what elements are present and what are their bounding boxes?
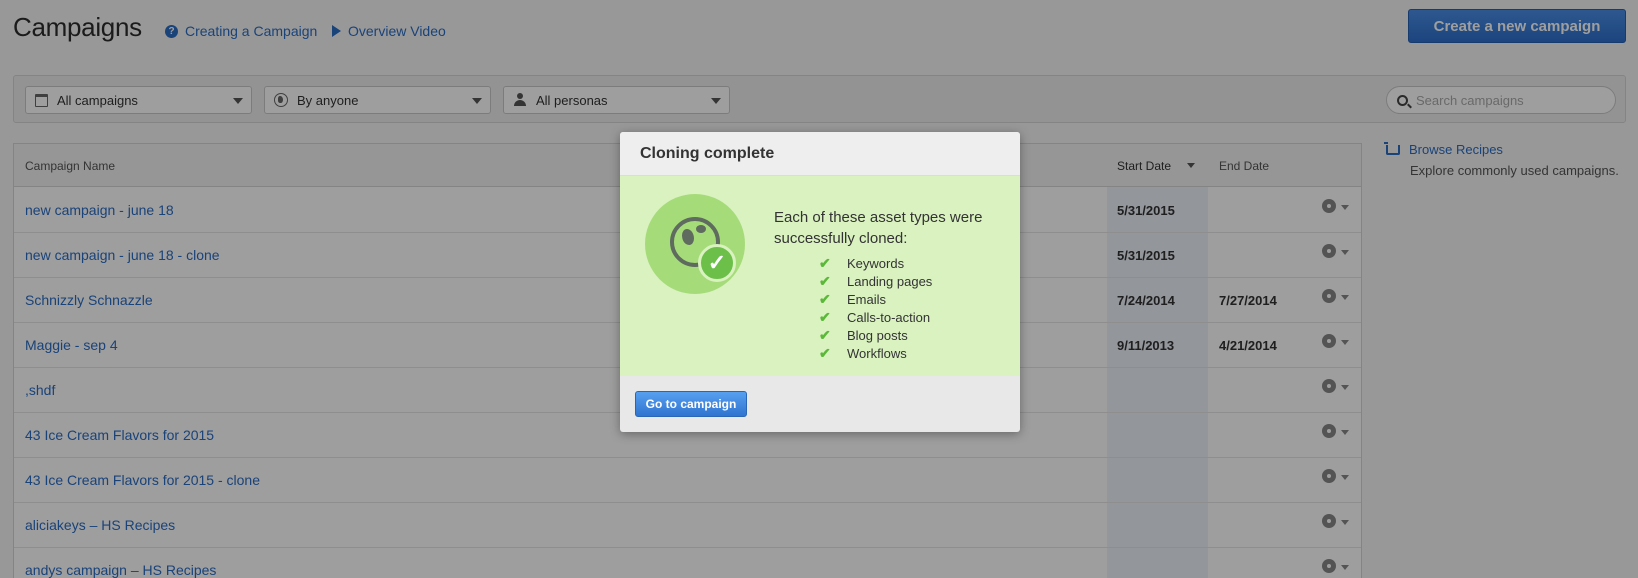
list-item: ✔ Keywords	[819, 254, 932, 272]
asset-type-label: Landing pages	[847, 273, 933, 289]
asset-type-label: Keywords	[847, 255, 905, 271]
dialog-message: Each of these asset types were successfu…	[774, 209, 983, 247]
cloned-asset-list: ✔ Keywords ✔ Landing pages ✔ Emails ✔ Calls-…	[819, 254, 932, 362]
asset-type-label: Calls-to-action	[847, 309, 931, 325]
asset-type-label: Emails	[847, 291, 887, 307]
asset-type-label: Workflows	[847, 345, 907, 361]
checkmark-icon: ✔	[819, 272, 831, 289]
asset-type-label: Blog posts	[847, 327, 908, 343]
checkmark-icon: ✔	[819, 254, 831, 271]
checkmark-icon: ✔	[819, 344, 831, 361]
list-item: ✔ Emails	[819, 290, 932, 308]
list-item: ✔ Workflows	[819, 344, 932, 362]
dialog-header: Cloning complete	[620, 132, 1020, 176]
checkmark-icon: ✔	[819, 326, 831, 343]
cloning-complete-dialog: Cloning complete ✓ Each of these asset t…	[620, 132, 1020, 432]
dialog-body: ✓ Each of these asset types were success…	[620, 176, 1020, 376]
list-item: ✔ Blog posts	[819, 326, 932, 344]
dialog-title: Cloning complete	[640, 145, 775, 162]
list-item: ✔ Calls-to-action	[819, 308, 932, 326]
checkmark-icon: ✔	[819, 308, 831, 325]
list-item: ✔ Landing pages	[819, 272, 932, 290]
checkmark-icon: ✓	[698, 244, 736, 282]
checkmark-icon: ✔	[819, 290, 831, 307]
globe-check-icon: ✓	[645, 194, 745, 294]
go-to-campaign-button[interactable]: Go to campaign	[635, 391, 747, 417]
